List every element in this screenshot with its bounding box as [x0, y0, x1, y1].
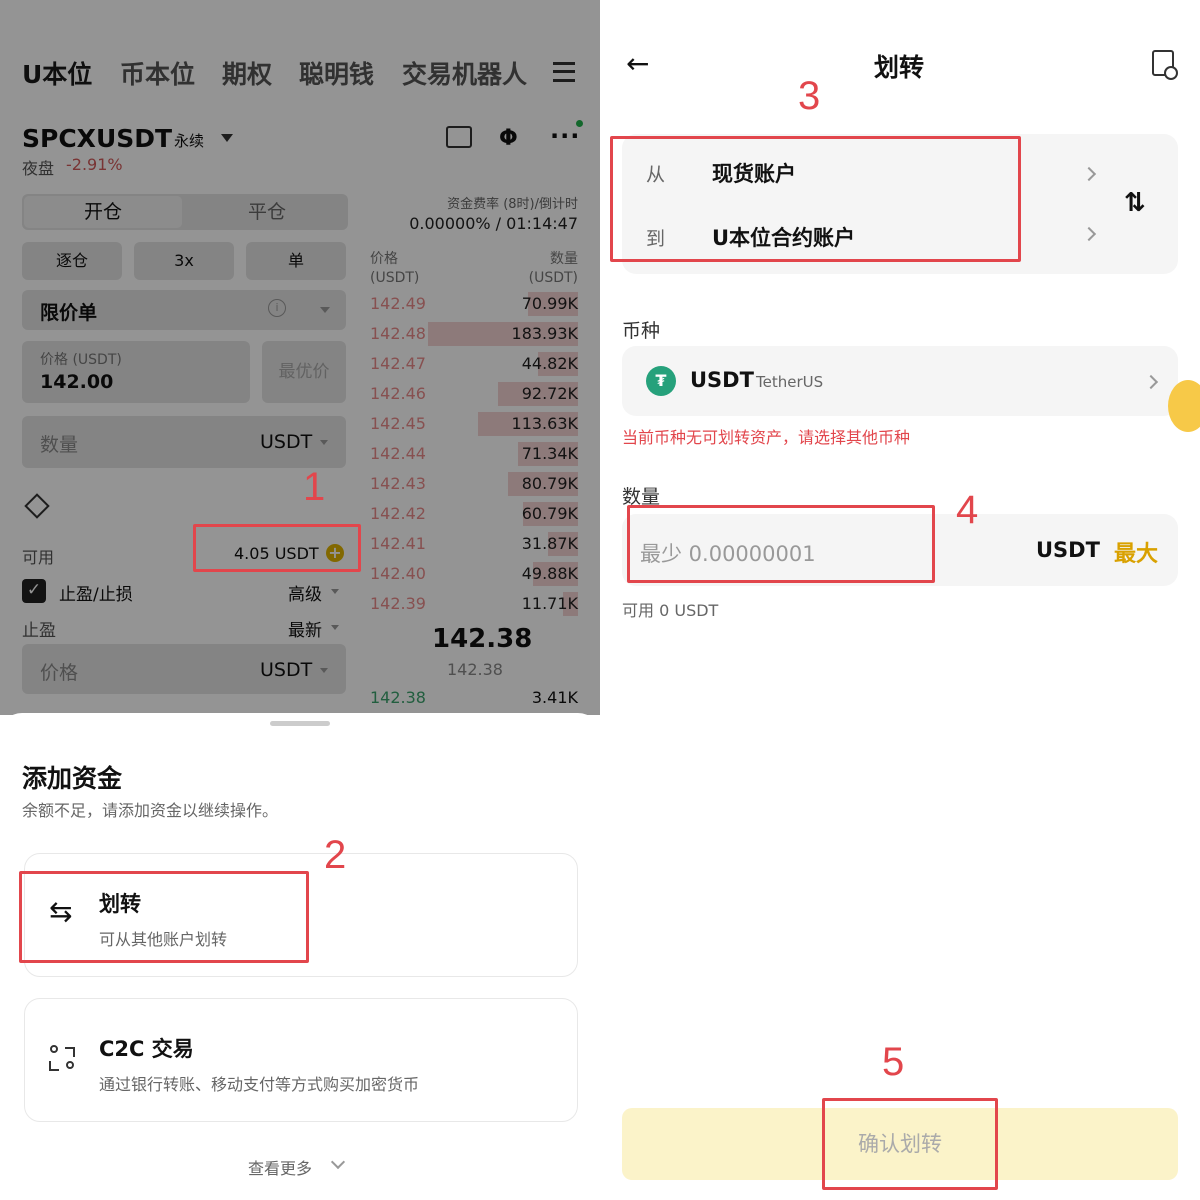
back-arrow-icon[interactable]: ←	[626, 50, 649, 78]
modal-overlay[interactable]	[0, 0, 600, 715]
assistant-bubble-icon[interactable]	[1168, 380, 1200, 432]
annotation-box-3	[610, 136, 1021, 262]
c2c-desc: 通过银行转账、移动支付等方式购买加密货币	[99, 1075, 420, 1094]
amount-unit: USDT	[1036, 538, 1100, 562]
coin-select[interactable]: ₮ USDT TetherUS	[622, 346, 1178, 416]
coin-label: 币种	[622, 320, 661, 342]
chevron-right-icon	[1143, 374, 1159, 390]
max-button[interactable]: 最大	[1114, 536, 1158, 568]
chevron-down-icon	[330, 1154, 346, 1170]
annotation-box-4	[627, 505, 935, 583]
annotation-box-1	[193, 524, 361, 572]
annotation-box-5	[822, 1098, 998, 1190]
coin-warning: 当前币种无可划转资产，请选择其他币种	[622, 428, 911, 447]
available-balance: 可用 0 USDT	[622, 601, 719, 620]
annotation-number-3: 3	[798, 74, 821, 118]
coin-name: TetherUS	[756, 373, 824, 391]
transfer-screen: ← 划转 从 现货账户 到 U本位合约账户 ⇅ 币种 ₮ USDT Tether…	[600, 0, 1200, 1200]
coin-symbol: USDT	[690, 368, 754, 392]
tether-icon: ₮	[646, 366, 676, 396]
annotation-number-4: 4	[956, 488, 979, 532]
c2c-users-icon	[49, 1043, 77, 1075]
swap-icon[interactable]: ⇅	[1124, 188, 1146, 218]
sheet-handle[interactable]	[270, 721, 330, 726]
annotation-box-2	[19, 871, 309, 963]
annotation-number-2: 2	[324, 833, 347, 877]
page-title: 划转	[874, 53, 925, 82]
see-more-link[interactable]: 查看更多	[248, 1155, 312, 1179]
sheet-title: 添加资金	[22, 764, 123, 793]
trading-screen: U本位 币本位 期权 聪明钱 交易机器人 SPCXUSDT 永续 夜盘 -2.9…	[0, 0, 600, 1200]
annotation-number-1: 1	[303, 465, 326, 509]
annotation-number-5: 5	[882, 1040, 905, 1084]
c2c-option[interactable]: C2C 交易 通过银行转账、移动支付等方式购买加密货币	[24, 998, 578, 1122]
sheet-subtitle: 余额不足，请添加资金以继续操作。	[22, 801, 279, 820]
c2c-title: C2C 交易	[99, 1037, 194, 1061]
history-icon[interactable]	[1152, 50, 1178, 80]
add-funds-sheet: 添加资金 余额不足，请添加资金以继续操作。 ⇆ 划转 可从其他账户划转 C2C …	[0, 713, 600, 1200]
